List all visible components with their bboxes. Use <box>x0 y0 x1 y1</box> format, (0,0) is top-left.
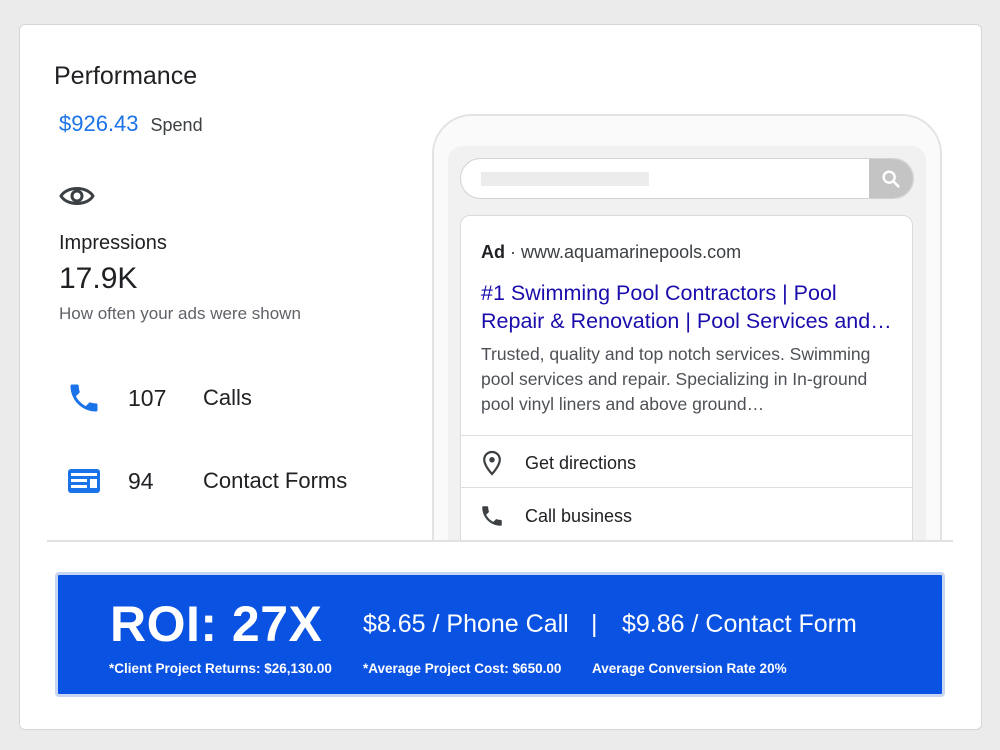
ad-description: Trusted, quality and top notch services.… <box>481 344 871 414</box>
contact-form-icon <box>66 463 106 499</box>
ad-badge: Ad <box>481 242 505 262</box>
divider <box>461 487 912 488</box>
calls-metric: 107 Calls <box>66 380 252 416</box>
get-directions-button[interactable]: Get directions <box>477 449 636 477</box>
location-pin-icon <box>477 449 507 477</box>
call-business-label: Call business <box>525 505 633 526</box>
get-directions-label: Get directions <box>525 452 637 473</box>
contact-forms-label: Contact Forms <box>203 468 348 493</box>
phone-call-cost: $8.65 / Phone Call <box>363 610 569 638</box>
impressions-description: How often your ads were shown <box>59 304 301 323</box>
call-business-button[interactable]: Call business <box>477 502 632 530</box>
spend-value: $926.43 <box>59 111 139 136</box>
divider <box>47 540 953 542</box>
impressions-value: 17.9K <box>59 262 138 295</box>
search-icon <box>882 169 900 188</box>
ad-display-url[interactable]: www.aquamarinepools.com <box>521 242 741 262</box>
performance-title: Performance <box>54 62 198 90</box>
divider <box>461 435 912 436</box>
contact-forms-value: 94 <box>128 467 154 494</box>
roi-banner: ROI: 27X $8.65 / Phone Call | $9.86 / Co… <box>55 572 945 697</box>
search-bar[interactable] <box>460 158 914 199</box>
ad-meta: Ad · www.aquamarinepools.com <box>481 242 741 263</box>
ad-meta-separator: · <box>510 242 517 262</box>
impressions-label: Impressions <box>59 232 167 254</box>
phone-icon <box>477 502 507 530</box>
calls-label: Calls <box>203 385 252 410</box>
calls-value: 107 <box>128 384 167 411</box>
search-input[interactable] <box>481 172 649 186</box>
search-button[interactable] <box>869 159 913 198</box>
roi-headline: ROI: 27X <box>110 596 323 652</box>
ad-headline-link[interactable]: #1 Swimming Pool Contractors | Pool Repa… <box>481 279 901 335</box>
spend-row: $926.43 Spend <box>59 111 203 137</box>
project-cost-note: *Average Project Cost: $650.00 <box>363 661 562 676</box>
search-ad-card: Ad · www.aquamarinepools.com #1 Swimming… <box>460 215 913 555</box>
spend-label: Spend <box>150 115 203 135</box>
stat-divider: | <box>591 610 598 638</box>
phone-icon <box>66 380 106 416</box>
contact-forms-metric: 94 Contact Forms <box>66 463 347 499</box>
client-returns-note: *Client Project Returns: $26,130.00 <box>109 661 332 676</box>
conversion-rate-note: Average Conversion Rate 20% <box>592 661 787 676</box>
contact-form-cost: $9.86 / Contact Form <box>622 610 857 638</box>
eye-icon <box>59 187 95 205</box>
